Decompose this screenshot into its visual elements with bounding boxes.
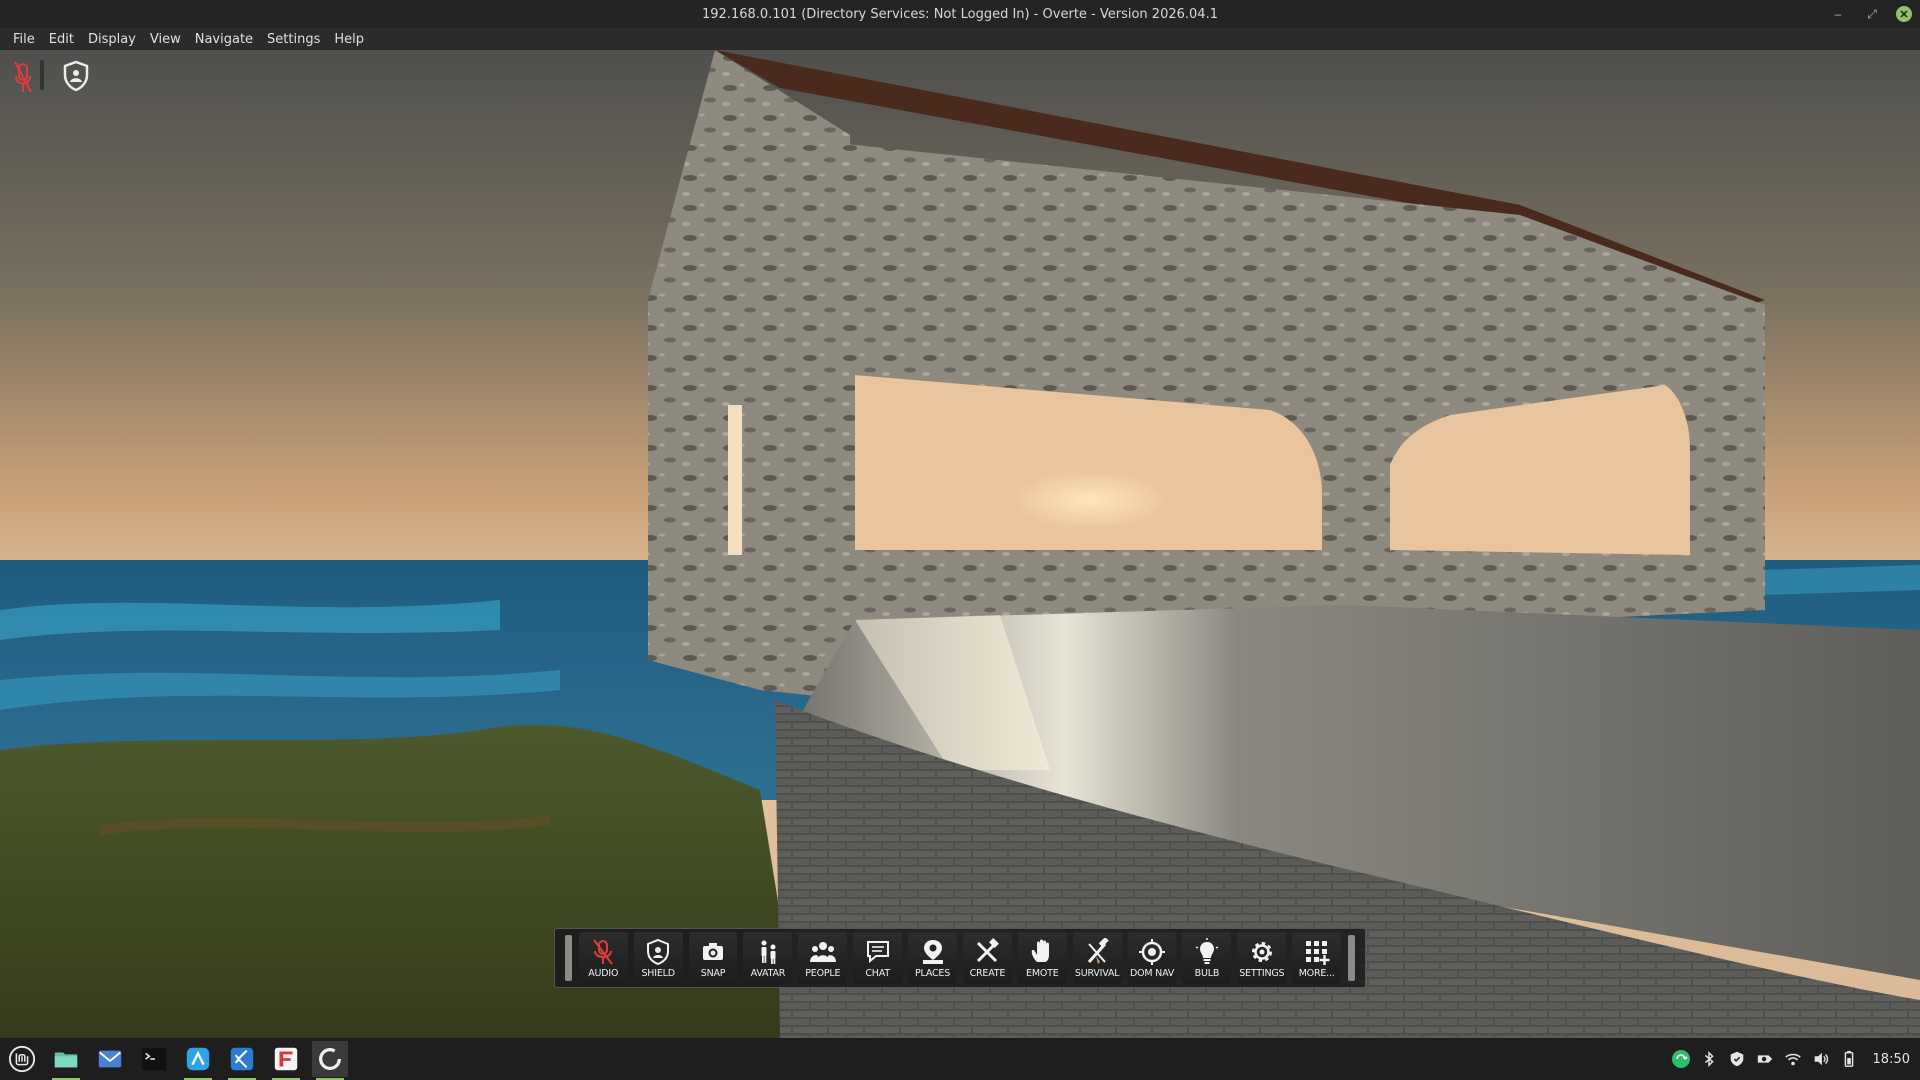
avatar-icon <box>761 940 776 964</box>
tray-wifi-button[interactable] <box>1783 1049 1803 1069</box>
taskbar-app-button[interactable] <box>268 1041 304 1080</box>
apps-grid-icon <box>1305 940 1330 965</box>
taskbar-clock[interactable]: 18:50 <box>1873 1052 1910 1067</box>
crosshair-icon <box>1139 938 1166 965</box>
create-icon <box>977 937 1000 962</box>
places-icon <box>922 939 943 964</box>
folder-icon <box>54 1052 78 1068</box>
bluetooth-icon <box>1704 1050 1714 1068</box>
mic-muted-indicator-icon[interactable] <box>14 60 32 96</box>
toolbar-snap-button[interactable]: SNAP <box>688 932 738 984</box>
browser-icon <box>186 1047 210 1071</box>
menu-bar: File Edit Display View Navigate Settings… <box>0 28 1920 50</box>
camera-icon <box>703 942 724 960</box>
toolbar-create-button[interactable]: CREATE <box>962 932 1012 984</box>
update-icon <box>1671 1050 1690 1068</box>
tray-battery-button[interactable] <box>1839 1049 1859 1069</box>
overlay-separator <box>40 60 44 90</box>
security-shield-icon <box>1730 1051 1743 1067</box>
mint-menu-button[interactable] <box>4 1041 40 1077</box>
bottom-toolbar: AUDIO SHIELD SNAP AVATAR PEOPLE CHAT PLA… <box>554 928 1366 988</box>
window-titlebar: 192.168.0.101 (Directory Services: Not L… <box>0 0 1920 28</box>
toolbar-avatar-button[interactable]: AVATAR <box>743 932 793 984</box>
menu-edit[interactable]: Edit <box>42 32 81 47</box>
gear-icon <box>1251 941 1272 962</box>
people-icon <box>809 941 836 962</box>
taskbar-vscode-button[interactable] <box>224 1041 260 1080</box>
tray-shield-button[interactable] <box>1727 1049 1747 1069</box>
terminal-icon <box>141 1047 167 1071</box>
toolbar-people-button[interactable]: PEOPLE <box>798 932 848 984</box>
window-title: 192.168.0.101 (Directory Services: Not L… <box>702 6 1218 22</box>
toolbar-emote-button[interactable]: EMOTE <box>1017 932 1067 984</box>
toolbar-survival-button[interactable]: SURVIVAL <box>1072 932 1122 984</box>
mic-muted-icon <box>593 938 614 965</box>
shield-icon <box>647 938 670 965</box>
menu-view[interactable]: View <box>143 32 188 47</box>
toolbar-bulb-button[interactable]: BULB <box>1182 932 1232 984</box>
tray-volume-button[interactable] <box>1811 1049 1831 1069</box>
chat-icon <box>866 940 889 963</box>
gpu-icon <box>1757 1055 1772 1063</box>
toolbar-drag-handle-right[interactable] <box>1348 935 1355 981</box>
toolbar-dom-nav-button[interactable]: DOM NAV <box>1127 932 1177 984</box>
tray-gpu-button[interactable] <box>1755 1049 1775 1069</box>
restore-icon[interactable]: ⤢ <box>1862 4 1882 24</box>
menu-help[interactable]: Help <box>327 32 371 47</box>
close-icon[interactable]: ✕ <box>1896 6 1912 22</box>
taskbar-overte-button[interactable] <box>312 1041 348 1080</box>
mail-icon <box>98 1050 122 1068</box>
toolbar-drag-handle[interactable] <box>565 935 572 981</box>
survival-icon <box>1088 937 1109 964</box>
hand-icon <box>1032 939 1050 962</box>
toolbar-chat-button[interactable]: CHAT <box>853 932 903 984</box>
3d-viewport[interactable] <box>0 50 1920 1038</box>
mint-menu-icon <box>8 1045 36 1073</box>
window-controls: – ⤢ ✕ <box>1828 4 1912 24</box>
menu-navigate[interactable]: Navigate <box>188 32 260 47</box>
tray-update-button[interactable] <box>1671 1049 1691 1069</box>
vscode-icon <box>230 1047 254 1071</box>
toolbar-more-button[interactable]: MORE... <box>1292 932 1342 984</box>
battery-icon <box>1844 1050 1853 1067</box>
system-tray: 18:50 <box>1671 1038 1910 1080</box>
menu-file[interactable]: File <box>6 32 42 47</box>
toolbar-places-button[interactable]: PLACES <box>908 932 957 984</box>
toolbar-audio-button[interactable]: AUDIO <box>578 932 628 984</box>
app-icon <box>274 1047 298 1071</box>
toolbar-settings-button[interactable]: SETTINGS <box>1237 932 1287 984</box>
wifi-icon <box>1784 1053 1801 1066</box>
taskbar-terminal-button[interactable] <box>136 1041 172 1077</box>
overte-icon <box>319 1048 341 1070</box>
taskbar-browser-button[interactable] <box>180 1041 216 1080</box>
shield-indicator-icon[interactable] <box>62 60 90 92</box>
taskbar-mail-button[interactable] <box>92 1041 128 1077</box>
minimize-icon[interactable]: – <box>1828 4 1848 24</box>
menu-settings[interactable]: Settings <box>260 32 327 47</box>
tray-bluetooth-button[interactable] <box>1699 1049 1719 1069</box>
volume-icon <box>1814 1052 1828 1066</box>
bulb-icon <box>1195 937 1219 964</box>
taskbar-files-button[interactable] <box>48 1041 84 1080</box>
system-taskbar: 18:50 <box>0 1038 1920 1080</box>
scene-render <box>0 50 1920 1038</box>
menu-display[interactable]: Display <box>81 32 143 47</box>
toolbar-shield-button[interactable]: SHIELD <box>633 932 683 984</box>
